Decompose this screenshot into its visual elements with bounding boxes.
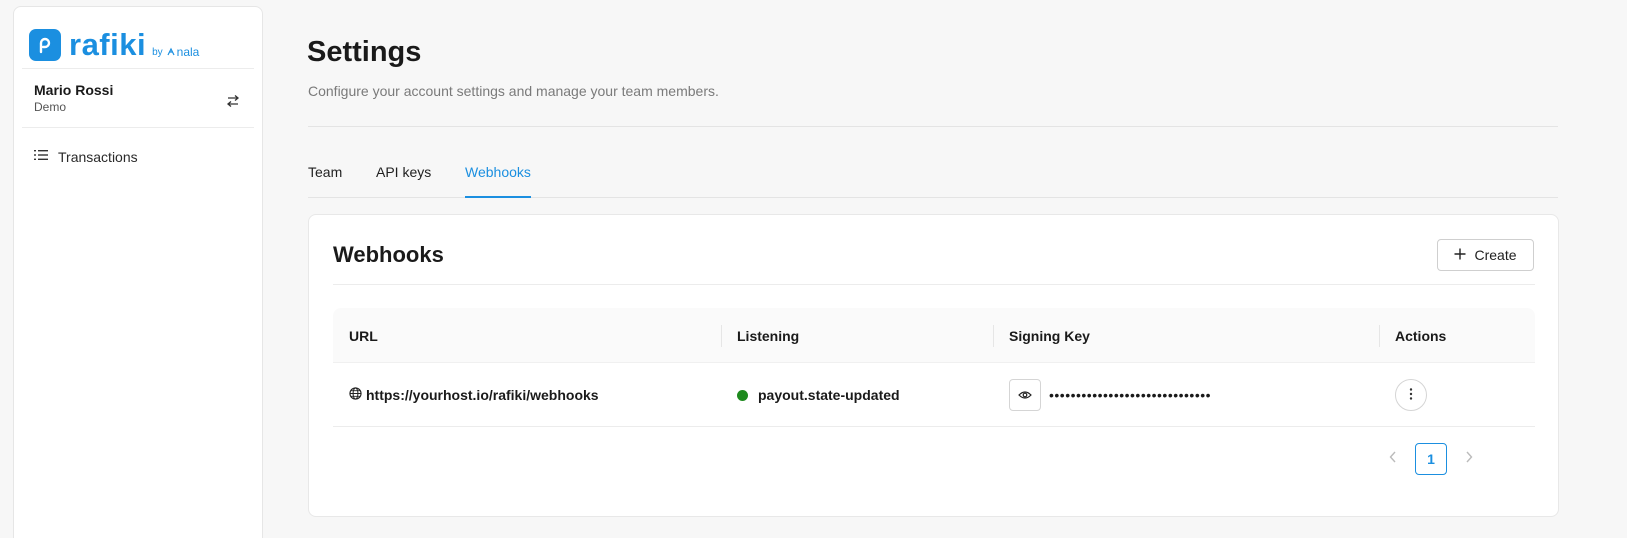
webhook-url: https://yourhost.io/rafiki/webhooks bbox=[366, 387, 599, 403]
next-page-button[interactable] bbox=[1453, 443, 1485, 475]
app-root: rafiki by nala Mario Rossi Demo Transact… bbox=[0, 0, 1627, 538]
listening-cell: payout.state-updated bbox=[737, 363, 900, 427]
sidebar-item-transactions[interactable]: Transactions bbox=[34, 148, 138, 166]
webhooks-card: Webhooks Create URL Listening Signing Ke… bbox=[308, 214, 1559, 517]
partner-logo: nala bbox=[166, 45, 200, 59]
tab-api-keys[interactable]: API keys bbox=[376, 164, 431, 198]
sidebar-divider bbox=[22, 127, 254, 128]
card-divider bbox=[333, 284, 1535, 285]
list-icon bbox=[34, 148, 48, 166]
eye-icon bbox=[1018, 387, 1032, 403]
reveal-key-button[interactable] bbox=[1009, 379, 1041, 411]
page-title: Settings bbox=[307, 36, 422, 68]
header-divider bbox=[308, 126, 1558, 127]
webhooks-table: URL Listening Signing Key Actions https:… bbox=[333, 308, 1535, 427]
row-actions-button[interactable] bbox=[1395, 379, 1427, 411]
sidebar-item-label: Transactions bbox=[58, 149, 138, 165]
column-separator bbox=[1379, 325, 1380, 347]
column-separator bbox=[993, 325, 994, 347]
column-separator bbox=[721, 325, 722, 347]
table-header: URL Listening Signing Key Actions bbox=[333, 308, 1535, 363]
rafiki-logo-icon bbox=[29, 29, 61, 61]
more-vertical-icon bbox=[1409, 387, 1413, 403]
globe-icon bbox=[349, 387, 362, 403]
column-header-actions: Actions bbox=[1395, 327, 1447, 344]
prev-page-button[interactable] bbox=[1377, 443, 1409, 475]
settings-tabs: Team API keys Webhooks bbox=[308, 164, 1558, 198]
chevron-left-icon bbox=[1389, 450, 1397, 468]
create-button-label: Create bbox=[1474, 247, 1517, 263]
webhook-event: payout.state-updated bbox=[758, 387, 900, 403]
user-block: Mario Rossi Demo bbox=[34, 82, 113, 114]
column-header-listening: Listening bbox=[737, 327, 800, 344]
brand-logo[interactable]: rafiki by nala bbox=[29, 21, 199, 61]
create-webhook-button[interactable]: Create bbox=[1437, 239, 1534, 271]
brand-by-text: by bbox=[152, 47, 163, 58]
switch-account-icon[interactable] bbox=[225, 93, 241, 109]
page-number-button[interactable]: 1 bbox=[1415, 443, 1447, 475]
table-row: https://yourhost.io/rafiki/webhooks payo… bbox=[333, 363, 1535, 427]
tab-webhooks[interactable]: Webhooks bbox=[465, 164, 531, 198]
sidebar-divider bbox=[22, 68, 254, 69]
plus-icon bbox=[1454, 247, 1466, 263]
column-header-url: URL bbox=[349, 327, 378, 344]
user-org: Demo bbox=[34, 100, 67, 114]
url-cell: https://yourhost.io/rafiki/webhooks bbox=[349, 363, 599, 427]
nala-icon bbox=[167, 47, 175, 56]
chevron-right-icon bbox=[1465, 450, 1473, 468]
signing-key-masked: •••••••••••••••••••••••••••••• bbox=[1049, 387, 1212, 403]
card-title: Webhooks bbox=[333, 242, 444, 267]
page-subtitle: Configure your account settings and mana… bbox=[308, 83, 719, 99]
signing-key-cell: •••••••••••••••••••••••••••••• bbox=[1009, 363, 1211, 427]
actions-cell bbox=[1395, 363, 1427, 427]
tab-team[interactable]: Team bbox=[308, 164, 342, 198]
brand-name: rafiki bbox=[69, 27, 147, 62]
sidebar: rafiki by nala Mario Rossi Demo Transact… bbox=[13, 6, 263, 538]
column-header-signing-key: Signing Key bbox=[1009, 327, 1090, 344]
partner-name: nala bbox=[176, 45, 200, 59]
pagination: 1 bbox=[1377, 443, 1485, 475]
user-name: Mario Rossi bbox=[34, 82, 114, 98]
status-dot bbox=[737, 389, 748, 401]
